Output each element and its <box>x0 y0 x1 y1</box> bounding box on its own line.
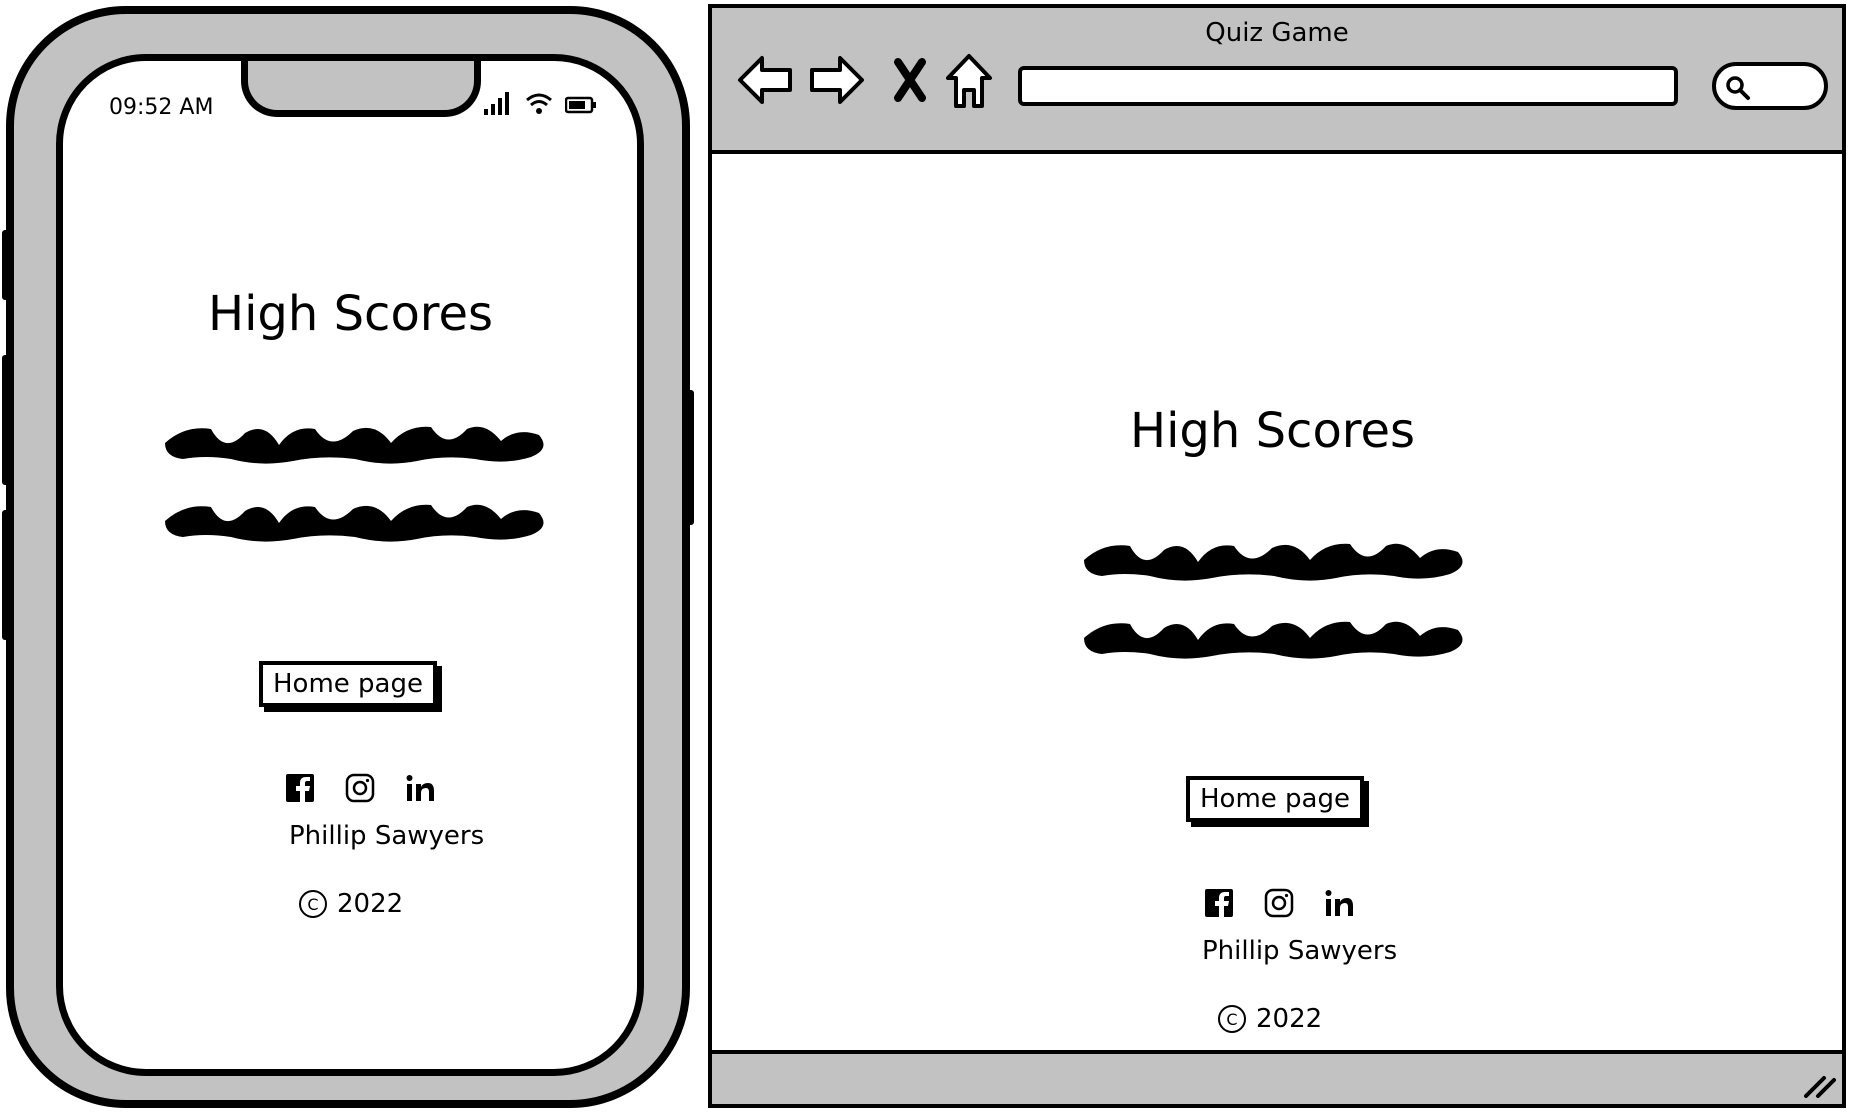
page-title: High Scores <box>1130 403 1416 459</box>
author-name: Phillip Sawyers <box>1202 936 1398 966</box>
phone-volume-down <box>2 510 12 640</box>
phone-side-button <box>2 230 12 300</box>
facebook-icon[interactable] <box>1204 888 1234 918</box>
home-page-button[interactable]: Home page <box>259 661 437 707</box>
browser-window: Quiz Game High Scores Home page Phillip … <box>708 4 1846 1108</box>
high-score-entry-2 <box>165 504 544 542</box>
browser-status-bar <box>712 1050 1842 1104</box>
resize-grip-icon[interactable] <box>1802 1072 1836 1098</box>
copyright-icon: C <box>299 890 327 918</box>
phone-screen: 09:52 AM High Scores Home page Phillip S… <box>56 54 644 1076</box>
page-title: High Scores <box>208 286 494 342</box>
phone-power-button <box>684 390 694 525</box>
browser-toolbar: Quiz Game <box>712 8 1842 154</box>
search-icon <box>1726 76 1750 100</box>
author-name: Phillip Sawyers <box>289 821 485 851</box>
facebook-icon[interactable] <box>285 773 315 803</box>
instagram-icon[interactable] <box>345 773 375 803</box>
linkedin-icon[interactable] <box>405 773 435 803</box>
social-links <box>1204 888 1354 918</box>
phone-volume-up <box>2 355 12 485</box>
search-box[interactable] <box>1712 62 1828 110</box>
copyright: C 2022 <box>299 889 403 919</box>
home-icon[interactable] <box>944 52 994 110</box>
social-links <box>285 773 435 803</box>
mobile-page: High Scores Home page Phillip Sawyers C … <box>63 61 637 1069</box>
back-arrow-icon[interactable] <box>736 52 794 108</box>
linkedin-icon[interactable] <box>1324 888 1354 918</box>
phone-mockup: 09:52 AM High Scores Home page Phillip S… <box>6 6 690 1108</box>
forward-arrow-icon[interactable] <box>808 52 866 108</box>
copyright-icon: C <box>1218 1005 1246 1033</box>
copyright-year: 2022 <box>1256 1004 1323 1034</box>
window-title: Quiz Game <box>1205 18 1349 48</box>
high-score-entry-2 <box>1084 621 1463 659</box>
instagram-icon[interactable] <box>1264 888 1294 918</box>
copyright: C 2022 <box>1218 1004 1322 1034</box>
close-icon[interactable] <box>892 58 928 102</box>
home-page-button[interactable]: Home page <box>1186 776 1364 822</box>
copyright-year: 2022 <box>337 889 404 919</box>
address-bar[interactable] <box>1018 66 1678 106</box>
